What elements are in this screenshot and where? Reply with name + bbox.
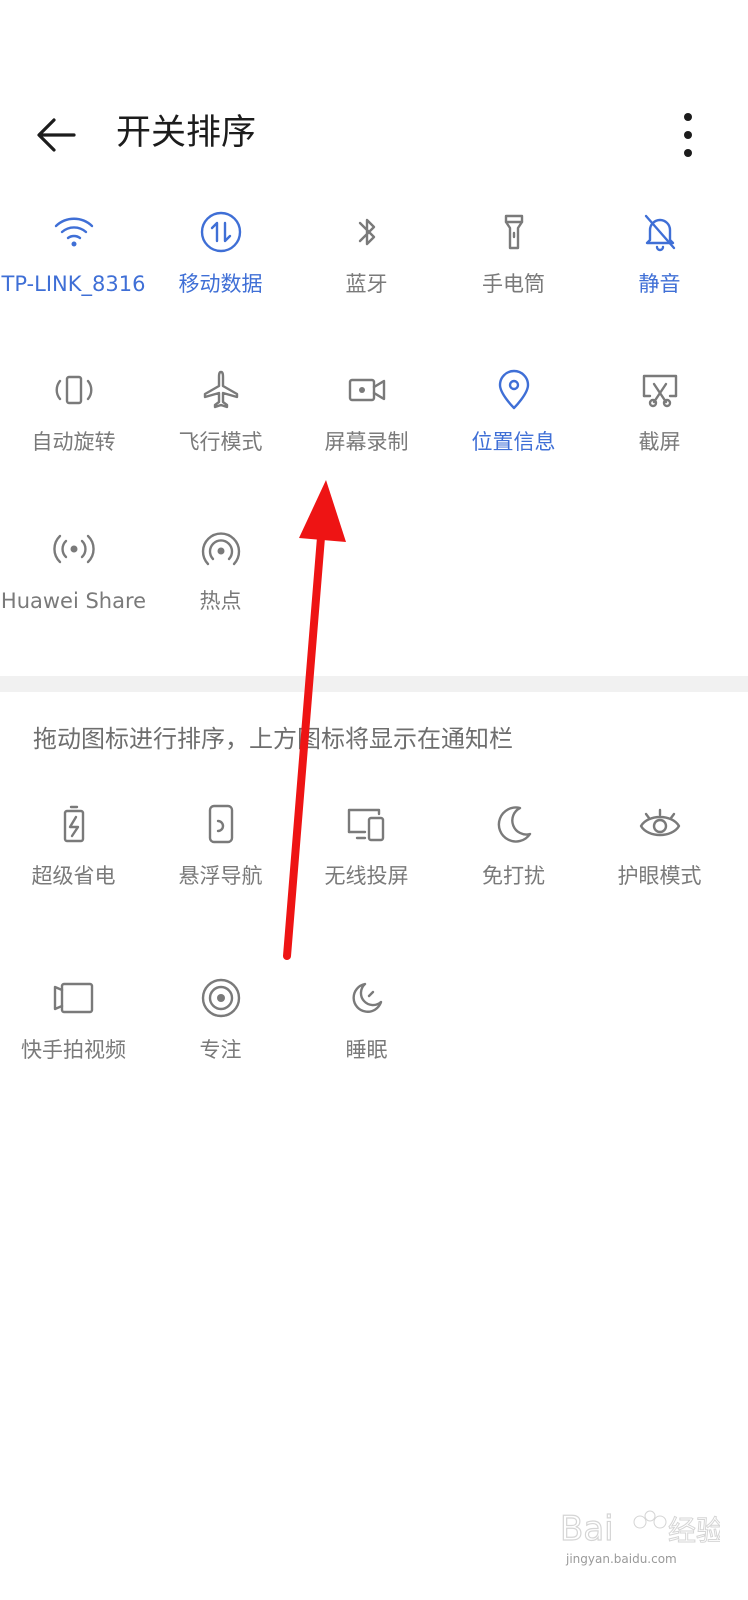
switch-tile-hotspot[interactable]: 热点 (147, 517, 294, 647)
switch-label: 蓝牙 (345, 272, 388, 296)
switch-tile-huawei-share[interactable]: Huawei Share (0, 517, 147, 647)
location-icon (498, 369, 529, 410)
switch-tile-bluetooth[interactable]: 蓝牙 (293, 200, 440, 330)
screenshot-icon (642, 374, 677, 408)
switch-label: 免打扰 (482, 864, 545, 888)
app-bar: 开关排序 (0, 95, 748, 175)
switch-tile-silent-bell[interactable]: 静音 (586, 200, 733, 330)
silent-bell-icon (644, 214, 675, 252)
switch-label: 截屏 (638, 430, 681, 454)
watermark-url: jingyan.baidu.com (566, 1552, 677, 1566)
huawei-share-icon (52, 534, 95, 564)
wireless-projection-icon (347, 808, 384, 842)
switch-label: TP-LINK_8316 (1, 272, 146, 296)
more-vertical-icon (684, 113, 692, 157)
switch-label: 飞行模式 (178, 430, 263, 454)
switch-label: 屏幕录制 (324, 430, 409, 454)
focus-icon (201, 978, 240, 1018)
sort-hint: 拖动图标进行排序，上方图标将显示在通知栏 (33, 725, 513, 753)
video-capture-icon (53, 982, 93, 1014)
switch-label: 热点 (199, 589, 242, 613)
auto-rotate-icon (55, 375, 92, 405)
switch-tile-location[interactable]: 位置信息 (440, 358, 587, 488)
switch-label: 超级省电 (31, 864, 116, 888)
back-button[interactable] (30, 109, 82, 161)
svg-text:Bai: Bai (560, 1509, 614, 1549)
switch-tile-sleep[interactable]: 睡眠 (293, 966, 440, 1096)
switch-tile-focus[interactable]: 专注 (147, 966, 294, 1096)
switch-tile-screenshot[interactable]: 截屏 (586, 358, 733, 488)
flashlight-icon (504, 214, 523, 250)
switch-label: 静音 (638, 272, 681, 296)
do-not-disturb-icon (497, 806, 531, 843)
switch-tile-flashlight[interactable]: 手电筒 (440, 200, 587, 330)
switch-tile-floating-nav[interactable]: 悬浮导航 (147, 792, 294, 922)
switch-tile-do-not-disturb[interactable]: 免打扰 (440, 792, 587, 922)
hotspot-icon (201, 532, 240, 566)
switch-label: 手电筒 (482, 272, 545, 296)
screen-record-icon (348, 378, 385, 402)
wifi-icon (54, 217, 93, 247)
battery-saver-icon (63, 805, 84, 843)
section-divider (0, 676, 748, 692)
switch-label: 悬浮导航 (178, 864, 263, 888)
switch-label: 护眼模式 (617, 864, 702, 888)
switch-label: Huawei Share (0, 589, 147, 613)
back-arrow-icon (37, 118, 76, 152)
mobile-data-icon (200, 211, 241, 253)
page-title: 开关排序 (116, 113, 257, 153)
sleep-icon (351, 982, 382, 1013)
switch-tile-screen-record[interactable]: 屏幕录制 (293, 358, 440, 488)
baidu-watermark-logo: Bai 经验 (560, 1508, 720, 1549)
switch-tile-battery-saver[interactable]: 超级省电 (0, 792, 147, 922)
switch-tile-mobile-data[interactable]: 移动数据 (147, 200, 294, 330)
switch-label: 自动旋转 (31, 430, 116, 454)
switch-label: 移动数据 (178, 272, 263, 296)
bluetooth-icon (358, 218, 375, 246)
switch-label: 位置信息 (471, 430, 556, 454)
switch-label: 专注 (199, 1038, 242, 1062)
switch-tile-auto-rotate[interactable]: 自动旋转 (0, 358, 147, 488)
switch-tile-eye-comfort[interactable]: 护眼模式 (586, 792, 733, 922)
svg-text:经验: 经验 (668, 1514, 720, 1547)
more-options-button[interactable] (664, 107, 712, 163)
floating-nav-icon (208, 804, 233, 844)
switch-label: 无线投屏 (324, 864, 409, 888)
switch-tile-wireless-projection[interactable]: 无线投屏 (293, 792, 440, 922)
switch-label: 睡眠 (345, 1038, 388, 1062)
switch-label: 快手拍视频 (21, 1038, 126, 1062)
eye-comfort-icon (639, 808, 680, 837)
switch-tile-video-capture[interactable]: 快手拍视频 (0, 966, 147, 1096)
switch-tile-airplane[interactable]: 飞行模式 (147, 358, 294, 488)
airplane-icon (203, 370, 238, 409)
switch-tile-wifi[interactable]: TP-LINK_8316 (0, 200, 147, 330)
